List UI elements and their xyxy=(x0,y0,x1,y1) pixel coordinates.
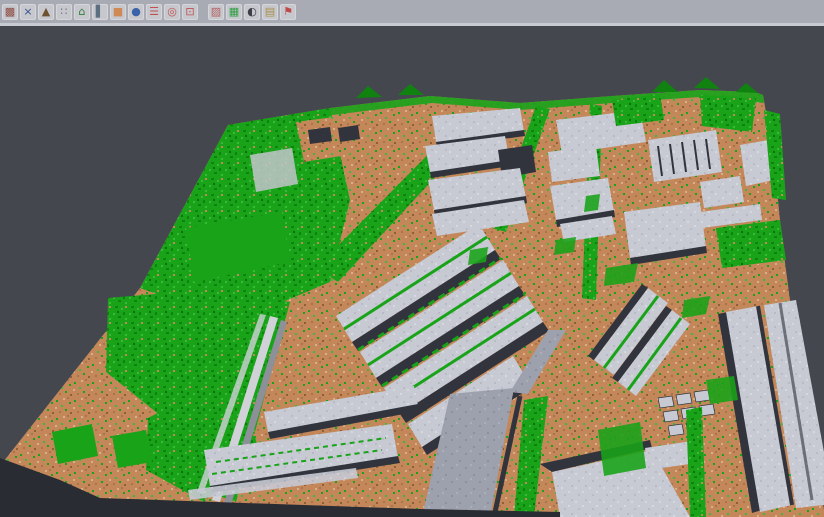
application-window: ▩ × ▲ ∷ ⌂ ▌ ■ ● ☰ ◎ ⊡ ▨ ▦ ◐ ▤ ⚑ xyxy=(0,0,824,517)
select-region-icon[interactable]: ▩ xyxy=(2,4,18,20)
classify-icon[interactable]: ▦ xyxy=(226,4,242,20)
slice-icon[interactable]: ▌ xyxy=(92,4,108,20)
fit-view-icon[interactable]: ⊡ xyxy=(182,4,198,20)
toolbar: ▩ × ▲ ∷ ⌂ ▌ ■ ● ☰ ◎ ⊡ ▨ ▦ ◐ ▤ ⚑ xyxy=(0,0,824,26)
terrain-icon[interactable]: ▲ xyxy=(38,4,54,20)
ortho-view-icon[interactable]: ■ xyxy=(110,4,126,20)
grid-icon[interactable]: ▨ xyxy=(208,4,224,20)
globe-icon[interactable]: ● xyxy=(128,4,144,20)
layers-icon[interactable]: ☰ xyxy=(146,4,162,20)
palette-icon[interactable]: ▤ xyxy=(262,4,278,20)
target-icon[interactable]: ◎ xyxy=(164,4,180,20)
viewport-3d[interactable] xyxy=(0,24,824,517)
points-icon[interactable]: ∷ xyxy=(56,4,72,20)
flag-icon[interactable]: ⚑ xyxy=(280,4,296,20)
sphere-icon[interactable]: ◐ xyxy=(244,4,260,20)
point-cloud-scene xyxy=(0,0,824,517)
move-view-icon[interactable]: × xyxy=(20,4,36,20)
vegetation-icon[interactable]: ⌂ xyxy=(74,4,90,20)
